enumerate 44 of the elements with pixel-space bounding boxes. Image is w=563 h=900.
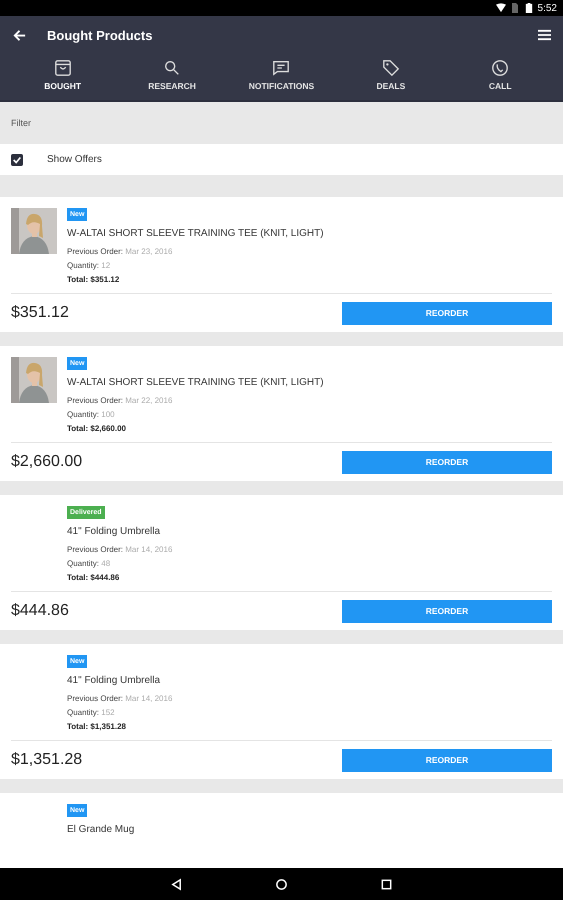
filter-heading: Filter [11, 118, 31, 128]
quantity: Quantity: 48 [67, 558, 110, 570]
bag-icon [54, 59, 72, 77]
order-total: Total: $1,351.28 [67, 721, 126, 733]
quantity: Quantity: 12 [67, 260, 110, 272]
tag-icon [382, 59, 400, 77]
price: $444.86 [11, 602, 69, 620]
product-name: 41" Folding Umbrella [67, 526, 160, 537]
clock: 5:52 [538, 2, 557, 14]
menu-icon[interactable] [538, 29, 551, 41]
price: $1,351.28 [11, 751, 82, 769]
quantity: Quantity: 100 [67, 409, 115, 421]
search-icon [163, 59, 182, 77]
previous-order: Previous Order: Mar 14, 2016 [67, 544, 172, 556]
product-name: El Grande Mug [67, 824, 134, 835]
product-name: W-ALTAI SHORT SLEEVE TRAINING TEE (KNIT, LIGHT) [67, 377, 324, 388]
checkbox[interactable] [11, 154, 23, 166]
order-total: Total: $2,660.00 [67, 423, 126, 435]
nav-tab[interactable]: CALL [455, 54, 546, 100]
product-name: 41" Folding Umbrella [67, 675, 160, 686]
previous-order: Previous Order: Mar 23, 2016 [67, 246, 172, 258]
order-total: Total: $351.12 [67, 274, 120, 286]
sim-icon [510, 3, 520, 13]
home-icon[interactable] [275, 878, 288, 890]
back-icon[interactable] [170, 878, 183, 890]
wifi-icon [496, 3, 506, 13]
previous-order: Previous Order: Mar 22, 2016 [67, 395, 172, 407]
quantity: Quantity: 152 [67, 707, 115, 719]
product-name: W-ALTAI SHORT SLEEVE TRAINING TEE (KNIT, LIGHT) [67, 228, 324, 239]
nav-tab[interactable]: RESEARCH [127, 54, 218, 100]
price: $2,660.00 [11, 453, 82, 471]
screen-title: Bought Products [47, 28, 154, 42]
recents-icon[interactable] [380, 878, 393, 890]
checkbox-label: Show Offers [47, 154, 102, 165]
phone-icon [491, 59, 510, 77]
nav-tab[interactable]: NOTIFICATIONS [236, 54, 326, 100]
previous-order: Previous Order: Mar 14, 2016 [67, 693, 172, 705]
chat-icon [272, 59, 290, 77]
back-arrow-icon[interactable] [12, 28, 27, 42]
nav-tab[interactable]: BOUGHT [18, 54, 108, 100]
order-total: Total: $444.86 [67, 572, 120, 584]
price: $351.12 [11, 304, 69, 322]
battery-icon [524, 3, 534, 13]
nav-tab[interactable]: DEALS [346, 54, 436, 100]
